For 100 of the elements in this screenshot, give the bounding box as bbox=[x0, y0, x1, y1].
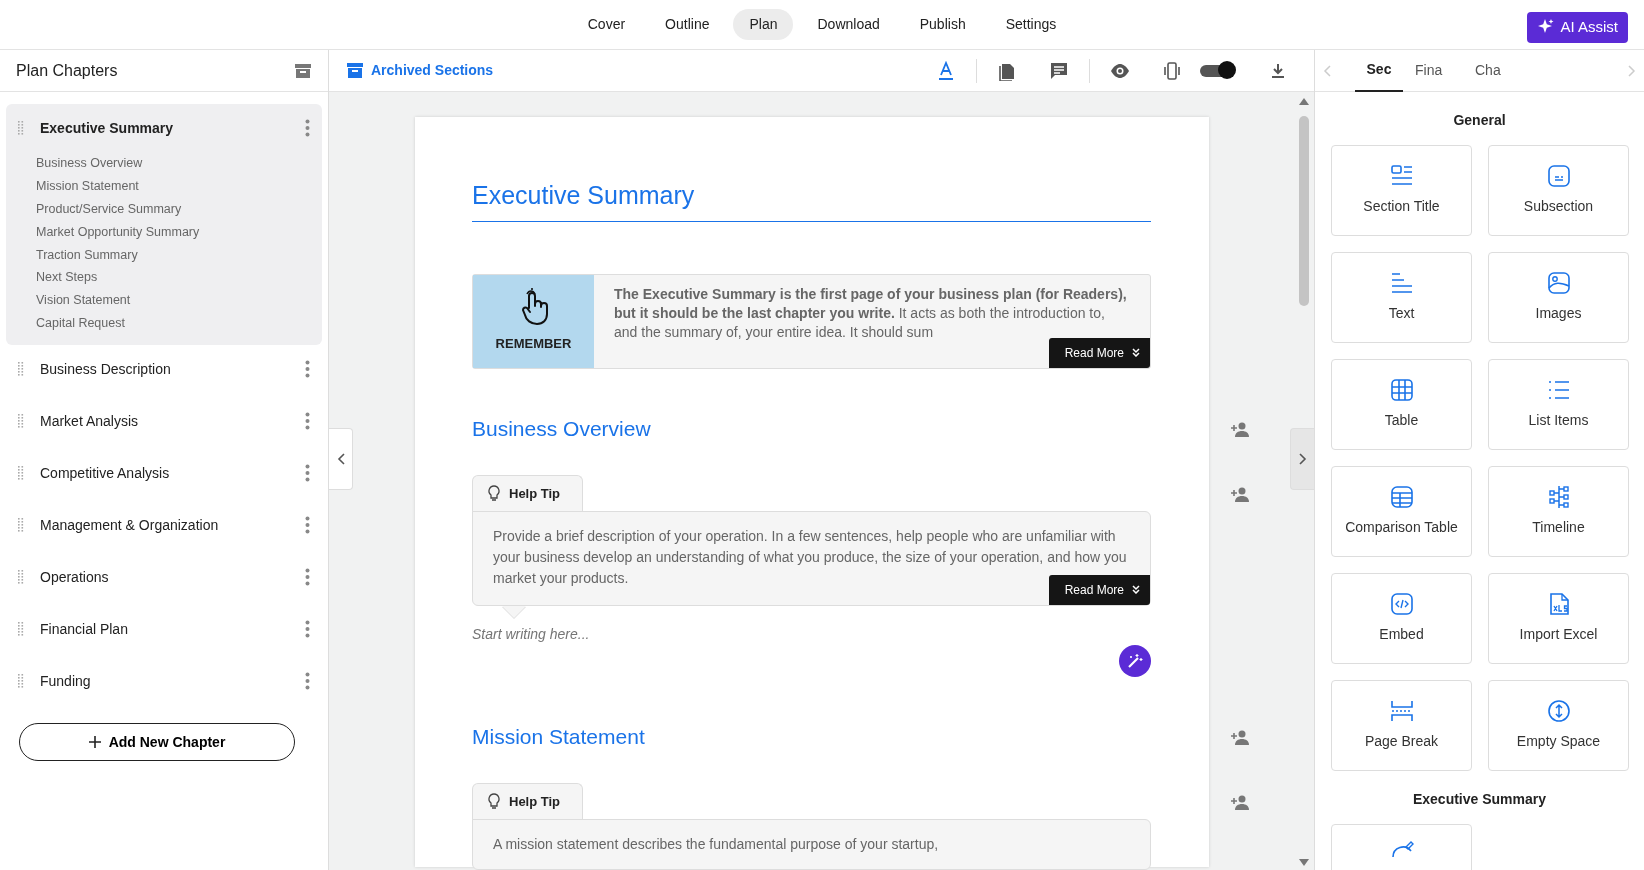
nav-tab[interactable]: Outline bbox=[649, 9, 726, 40]
section-heading: Mission Statement bbox=[472, 723, 646, 750]
archive-icon[interactable] bbox=[294, 62, 312, 79]
double-chevron-icon bbox=[1132, 348, 1140, 357]
drag-handle-icon[interactable] bbox=[18, 570, 24, 584]
document-title: Executive Summary bbox=[472, 165, 1151, 222]
preview-toggle[interactable] bbox=[1200, 64, 1234, 77]
add-collaborator-icon[interactable] bbox=[1231, 485, 1250, 502]
element-tile[interactable]: Empty Space bbox=[1488, 680, 1629, 771]
chapter-item[interactable]: Market Analysis bbox=[40, 410, 289, 432]
tree-icon bbox=[1546, 485, 1571, 509]
ai-write-button[interactable] bbox=[1119, 644, 1151, 677]
nav-tab[interactable]: Plan bbox=[733, 9, 794, 40]
page-break-icon bbox=[1389, 699, 1414, 723]
read-more-button[interactable]: Read More bbox=[1048, 337, 1150, 368]
subsection-item[interactable]: Capital Request bbox=[6, 312, 322, 335]
table-icon bbox=[1389, 485, 1414, 509]
chevron-left-icon bbox=[336, 453, 345, 465]
chapter-item[interactable]: Funding bbox=[40, 670, 289, 692]
chapter-item[interactable]: Business Description bbox=[40, 358, 289, 380]
subsection-item[interactable]: Vision Statement bbox=[6, 289, 322, 313]
element-tile[interactable]: Comparison Table bbox=[1331, 466, 1472, 557]
section-heading: Business Overview bbox=[472, 415, 652, 442]
ai-assist-button[interactable]: AI Assist bbox=[1527, 12, 1628, 43]
drag-handle-icon[interactable] bbox=[18, 362, 24, 376]
scroll-up-icon[interactable] bbox=[1298, 96, 1310, 106]
more-options-icon[interactable] bbox=[305, 516, 310, 534]
add-collaborator-icon[interactable] bbox=[1231, 793, 1250, 810]
lightbulb-icon bbox=[487, 793, 501, 811]
layout-icon bbox=[1389, 164, 1414, 188]
element-tile[interactable]: Table bbox=[1331, 359, 1472, 450]
drag-handle-icon[interactable] bbox=[18, 414, 24, 428]
element-tile[interactable]: Subsection bbox=[1488, 145, 1629, 236]
chevron-right-icon bbox=[1298, 453, 1307, 465]
scroll-down-icon[interactable] bbox=[1298, 858, 1310, 868]
scrollbar-thumb[interactable] bbox=[1299, 116, 1309, 306]
group-title: Executive Summary bbox=[1411, 790, 1548, 809]
group-title: General bbox=[1452, 111, 1507, 130]
add-collaborator-icon[interactable] bbox=[1231, 729, 1250, 745]
plus-icon bbox=[88, 736, 101, 748]
writing-field[interactable]: Start writing here... bbox=[472, 623, 1151, 645]
help-tip-text: A mission statement describes the fundamental purpose of your startup, bbox=[493, 834, 940, 854]
nav-tab[interactable]: Settings bbox=[989, 9, 1073, 40]
more-options-icon[interactable] bbox=[305, 620, 310, 638]
element-tile[interactable]: Timeline bbox=[1488, 466, 1629, 557]
archive-icon bbox=[347, 63, 363, 78]
grid-icon bbox=[1389, 378, 1414, 402]
subsection-item[interactable]: Traction Summary bbox=[6, 243, 322, 267]
text-lines-icon bbox=[1389, 271, 1414, 295]
element-tile[interactable]: Page Break bbox=[1331, 680, 1472, 771]
subsection-item[interactable]: Next Steps bbox=[6, 266, 322, 290]
sidebar-title: Plan Chapters bbox=[16, 60, 118, 81]
drag-handle-icon[interactable] bbox=[18, 466, 24, 480]
element-tile[interactable]: Text bbox=[1331, 252, 1472, 343]
list-icon bbox=[1546, 378, 1571, 402]
more-options-icon[interactable] bbox=[305, 119, 310, 137]
add-chapter-button[interactable]: Add New Chapter bbox=[19, 723, 295, 761]
element-tile[interactable]: List Items bbox=[1488, 359, 1629, 450]
chapter-item[interactable]: Financial Plan bbox=[40, 618, 289, 640]
element-tile[interactable]: Section Title bbox=[1331, 145, 1472, 236]
card-icon bbox=[1546, 164, 1571, 188]
more-options-icon[interactable] bbox=[305, 464, 310, 482]
font-color-icon[interactable] bbox=[936, 60, 956, 81]
chapter-item[interactable]: Management & Organization bbox=[40, 514, 289, 536]
code-icon bbox=[1389, 592, 1414, 616]
drag-handle-icon[interactable] bbox=[18, 121, 24, 135]
device-preview-icon[interactable] bbox=[1162, 60, 1182, 81]
more-options-icon[interactable] bbox=[305, 568, 310, 586]
element-tile[interactable]: Import Excel bbox=[1488, 573, 1629, 664]
nav-tab[interactable]: Publish bbox=[903, 9, 982, 40]
nav-tab[interactable]: Download bbox=[801, 9, 896, 40]
chapter-item[interactable]: Competitive Analysis bbox=[40, 462, 289, 484]
vertical-arrows-icon bbox=[1546, 699, 1571, 723]
double-chevron-icon bbox=[1132, 585, 1140, 594]
add-collaborator-icon[interactable] bbox=[1231, 421, 1250, 437]
subsection-item[interactable]: Business Overview bbox=[6, 152, 322, 175]
magic-wand-icon bbox=[1127, 652, 1143, 669]
more-options-icon[interactable] bbox=[305, 672, 310, 690]
element-tile[interactable]: Embed bbox=[1331, 573, 1472, 664]
drag-handle-icon[interactable] bbox=[18, 622, 24, 636]
chapter-item[interactable]: Operations bbox=[40, 566, 289, 588]
panel-tab[interactable]: Cha bbox=[1475, 50, 1523, 92]
drag-handle-icon[interactable] bbox=[18, 674, 24, 688]
more-options-icon[interactable] bbox=[305, 412, 310, 430]
drag-handle-icon[interactable] bbox=[18, 518, 24, 532]
panel-tab[interactable]: Sec bbox=[1355, 50, 1403, 92]
remember-label: REMEMBER bbox=[495, 335, 572, 354]
element-tile[interactable]: Images bbox=[1488, 252, 1629, 343]
chapter-item[interactable]: Executive Summary bbox=[40, 117, 289, 139]
archived-sections-link[interactable]: Archived Sections bbox=[347, 60, 494, 81]
lightbulb-icon bbox=[487, 485, 501, 503]
image-icon bbox=[1546, 271, 1571, 295]
subsection-item[interactable]: Market Opportunity Summary bbox=[6, 220, 322, 244]
more-options-icon[interactable] bbox=[305, 360, 310, 378]
comment-icon[interactable] bbox=[1049, 60, 1069, 81]
read-more-button[interactable]: Read More bbox=[1048, 574, 1150, 605]
nav-tab[interactable]: Cover bbox=[571, 9, 642, 40]
subsection-item[interactable]: Mission Statement bbox=[6, 174, 322, 198]
panel-tab[interactable]: Fina bbox=[1415, 50, 1463, 92]
subsection-item[interactable]: Product/Service Summary bbox=[6, 197, 322, 221]
